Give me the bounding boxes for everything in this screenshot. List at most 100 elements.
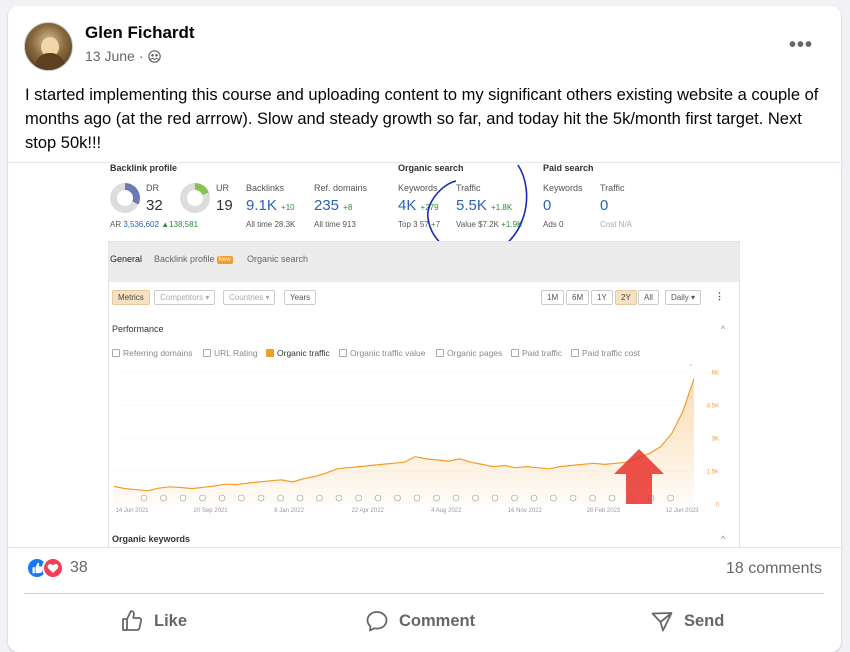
new-badge: New [216, 255, 233, 264]
checkbox-label: Referring domains [123, 348, 193, 358]
tab-general[interactable]: General [110, 254, 142, 264]
paid-traffic-label: Traffic [600, 183, 625, 193]
checkbox-organic-pages[interactable]: Organic pages [436, 348, 502, 358]
backlink-header: Backlink profile [110, 163, 178, 173]
years-button[interactable]: Years [284, 290, 317, 305]
paid-traffic-value: 0 [600, 197, 609, 214]
more-dots-icon[interactable]: ••• [789, 34, 813, 57]
checkbox-label: URL Rating [214, 348, 258, 358]
organic-keywords-heading: Organic keywords [112, 534, 191, 544]
tab-backlink-profile[interactable]: Backlink profile New [154, 254, 233, 264]
tab-organic-search[interactable]: Organic search [247, 254, 308, 264]
annotation-marker-icon [472, 494, 479, 502]
metrics-summary: Backlink profile Organic search Paid sea… [108, 163, 648, 257]
checkbox-paid-traffic[interactable]: Paid traffic [511, 348, 562, 358]
annotation-marker-icon [530, 494, 538, 502]
performance-heading: Performance [112, 324, 164, 334]
checkbox-label: Paid traffic cost [582, 348, 640, 358]
post-card: Glen Fichardt 13 June · ••• I started im… [8, 6, 841, 652]
post-date[interactable]: 13 June [85, 48, 135, 64]
comment-label: Comment [399, 611, 476, 630]
interval-dropdown[interactable]: Daily ▾ [665, 290, 702, 305]
annotation-marker-icon [238, 494, 245, 502]
annotation-marker-icon [316, 494, 323, 502]
annotation-marker-icon [452, 494, 460, 502]
chart-panel: General Backlink profile New Organic sear… [108, 241, 740, 547]
collapse-chevron-icon[interactable]: ^ [721, 324, 725, 334]
checkbox-organic-traffic[interactable]: Organic traffic [266, 348, 330, 358]
checkbox-label: Organic traffic value [350, 348, 426, 358]
keywords-number: 4K [398, 197, 417, 214]
send-icon [651, 612, 673, 632]
checkbox-box-checked [266, 349, 274, 357]
metrics-button[interactable]: Metrics [112, 290, 150, 305]
comments-count[interactable]: 18 comments [726, 560, 822, 578]
refdomains-sub: All time 913 [314, 220, 356, 229]
y-tick-label: 3K [712, 437, 719, 443]
reactions-summary[interactable]: 38 [26, 557, 88, 579]
checkbox-referring-domains[interactable]: Referring domains [112, 348, 192, 358]
author-avatar[interactable] [24, 22, 73, 71]
like-label: Like [154, 611, 188, 630]
y-tick-label: 6K [712, 371, 719, 377]
checkbox-paid-traffic-cost[interactable]: Paid traffic cost [571, 348, 640, 358]
x-tick-label: 8 Jan 2022 [274, 508, 304, 514]
annotation-marker-icon [589, 494, 596, 502]
range-6m[interactable]: 6M [566, 290, 590, 305]
range-1y[interactable]: 1Y [591, 290, 613, 305]
annotation-marker-icon [667, 494, 674, 502]
ur-value: 19 [216, 197, 233, 214]
author-name[interactable]: Glen Fichardt [85, 23, 195, 43]
report-tabs: General Backlink profile New Organic sear… [109, 242, 739, 282]
checkbox-url-rating[interactable]: URL Rating [203, 348, 258, 358]
x-tick-label: 14 Jun 2021 [115, 508, 149, 514]
keywords-sub-label: Top 3 [398, 220, 418, 229]
organic-keywords-chevron-icon[interactable]: ^ [721, 534, 725, 544]
ar-value: 3,536,602 [123, 220, 159, 229]
checkbox-box [203, 349, 211, 357]
range-all[interactable]: All [638, 290, 659, 305]
paid-keywords-sub: Ads 0 [543, 220, 564, 229]
reactions-count[interactable]: 38 [70, 559, 88, 577]
send-button[interactable]: Send [650, 606, 724, 636]
range-2y[interactable]: 2Y [615, 290, 637, 305]
checkbox-label: Organic pages [447, 348, 503, 358]
checkbox-organic-traffic-value[interactable]: Organic traffic value [339, 348, 425, 358]
checkbox-label: Organic traffic [277, 348, 330, 358]
comment-button[interactable]: Comment [365, 606, 475, 636]
annotation-marker-icon [296, 494, 304, 502]
organic-traffic-chart[interactable]: Organic traffic 0 1.5K 3K 4.5K 6K 14 Jun 2021 2… [109, 364, 739, 529]
annotation-marker-icon [433, 494, 440, 502]
paid-traffic-sub: Cost N/A [600, 220, 633, 229]
series-area [114, 378, 694, 504]
annotation-marker-icon [569, 494, 577, 502]
dr-label: DR [146, 183, 159, 193]
annotation-marker-icon [394, 494, 401, 502]
send-label: Send [684, 611, 725, 630]
attached-screenshot[interactable]: Backlink profile Organic search Paid sea… [8, 162, 841, 548]
paid-keywords-label: Keywords [543, 183, 583, 193]
backlinks-label: Backlinks [246, 183, 285, 193]
ar-row: AR 3,536,602 ▲138,581 [110, 220, 198, 229]
like-button[interactable]: Like [120, 606, 187, 636]
range-1m[interactable]: 1M [541, 290, 565, 305]
annotation-marker-icon [140, 494, 148, 502]
kebab-menu-icon[interactable]: ⋮ [715, 291, 724, 302]
checkbox-box [571, 349, 579, 357]
tab-backlink-label: Backlink profile [154, 254, 215, 264]
ar-change: ▲138,581 [161, 220, 199, 229]
annotation-marker-icon [199, 494, 206, 502]
checkbox-label: Paid traffic [522, 348, 563, 358]
x-tick-label: 20 Sep 2021 [194, 508, 229, 514]
dr-donut-icon [110, 183, 140, 213]
friends-icon [147, 49, 161, 63]
countries-dropdown[interactable]: Countries ▾ [223, 290, 276, 305]
checkbox-box [112, 349, 120, 357]
checkbox-box [436, 349, 444, 357]
annotation-marker-icon [511, 494, 518, 502]
actions-divider [24, 593, 824, 594]
comment-bubble-icon [366, 611, 388, 632]
competitors-dropdown[interactable]: Competitors ▾ [154, 290, 216, 305]
backlinks-change: +10 [281, 203, 295, 212]
series-legend-label: Organic traffic [682, 364, 723, 366]
